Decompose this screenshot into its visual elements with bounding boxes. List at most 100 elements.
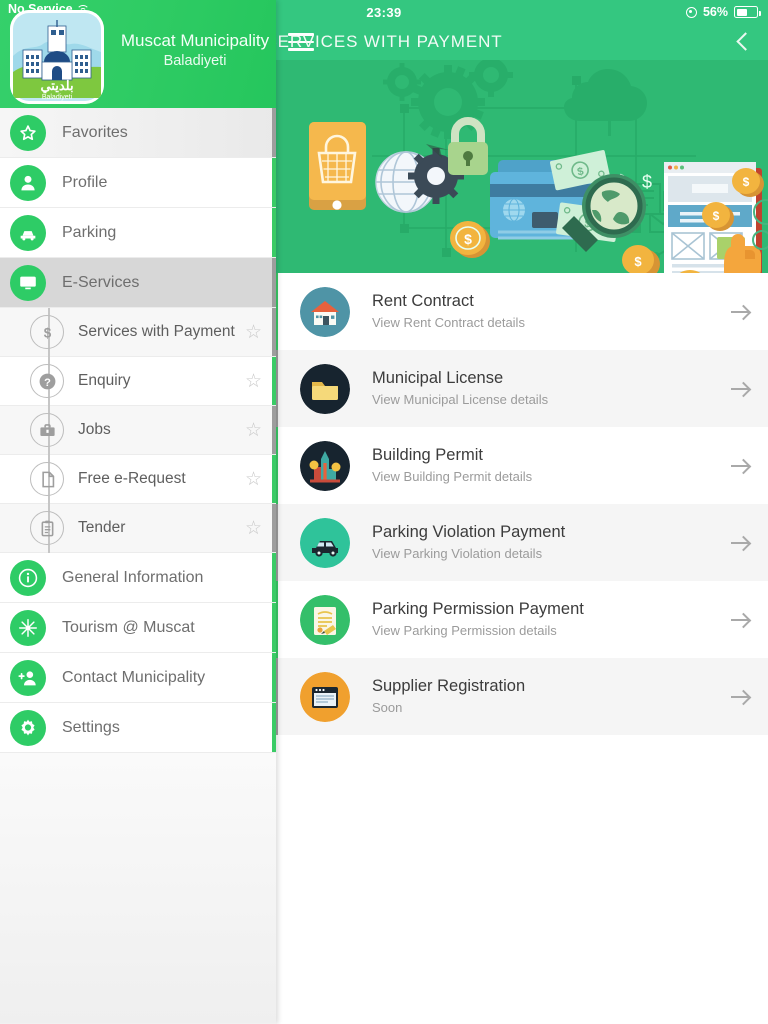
- service-row-municipal-license[interactable]: Municipal License View Municipal License…: [272, 350, 768, 427]
- car-icon: [300, 517, 350, 568]
- service-row-building-permit[interactable]: Building Permit View Building Permit det…: [272, 427, 768, 504]
- service-title: Parking Violation Payment: [372, 523, 566, 542]
- service-subtitle: View Parking Permission details: [372, 623, 557, 639]
- status-right-cluster: 56%: [685, 5, 761, 19]
- svg-text:$: $: [713, 209, 720, 223]
- logo-arabic-text: بلديتي: [40, 78, 73, 94]
- sidebar-item-general-information[interactable]: General Information: [0, 553, 276, 603]
- service-subtitle: View Building Permit details: [372, 469, 533, 485]
- row-edge: [272, 455, 276, 503]
- sidebar-item-label: Jobs: [78, 421, 111, 438]
- favorite-star-icon[interactable]: ☆: [245, 421, 262, 440]
- service-text: Municipal License View Municipal License…: [372, 367, 724, 410]
- drawer-menu: Favorites Profile Parking E-Services $ S…: [0, 108, 276, 753]
- brand-subtitle: Baladiyeti: [163, 53, 227, 70]
- service-text: Parking Permission Payment View Parking …: [372, 598, 724, 641]
- svg-text:?: ?: [44, 376, 51, 388]
- service-title: Municipal License: [372, 369, 504, 388]
- favorite-star-icon[interactable]: ☆: [245, 470, 262, 489]
- app-root: 23:39 56% SERVICES WITH PAYMENT $ $ $ $ …: [0, 0, 768, 1024]
- row-edge: [272, 504, 276, 552]
- location-arrow-icon: [685, 6, 697, 18]
- row-edge: [272, 703, 276, 752]
- sidebar-item-enquiry[interactable]: ? Enquiry ☆: [0, 357, 276, 406]
- service-row-parking-violation-payment[interactable]: Parking Violation Payment View Parking V…: [272, 504, 768, 581]
- sidebar-item-label: Favorites: [62, 123, 128, 141]
- service-row-rent-contract[interactable]: Rent Contract View Rent Contract details: [272, 273, 768, 350]
- row-edge: [272, 603, 276, 652]
- service-title: Supplier Registration: [372, 677, 526, 696]
- service-subtitle: View Parking Violation details: [372, 546, 543, 562]
- sidebar-item-services-with-payment[interactable]: $ Services with Payment ☆: [0, 308, 276, 357]
- svg-text:$: $: [634, 254, 642, 269]
- sidebar-item-favorites[interactable]: Favorites: [0, 108, 276, 158]
- service-list: Rent Contract View Rent Contract details…: [272, 273, 768, 735]
- sidebar-item-profile[interactable]: Profile: [0, 158, 276, 208]
- service-title: Parking Permission Payment: [372, 600, 584, 619]
- service-title: Rent Contract: [372, 292, 474, 311]
- dollar-icon: $: [30, 315, 64, 349]
- star-icon: [10, 114, 46, 151]
- svg-text:$: $: [642, 172, 652, 192]
- favorite-star-icon[interactable]: ☆: [245, 372, 262, 391]
- sidebar-item-parking[interactable]: Parking: [0, 208, 276, 258]
- row-edge: [272, 258, 276, 307]
- arrow-right-icon[interactable]: [724, 533, 754, 553]
- sub-menu-group: $ Services with Payment ☆ ? Enquiry ☆ Jo…: [0, 308, 276, 553]
- sidebar-item-label: General Information: [62, 568, 204, 586]
- row-edge: [272, 553, 276, 602]
- favorite-star-icon[interactable]: ☆: [245, 323, 262, 342]
- service-subtitle: Soon: [372, 700, 403, 716]
- chevron-left-icon[interactable]: [732, 32, 752, 52]
- sidebar-item-e-services[interactable]: E-Services: [0, 258, 276, 308]
- sidebar-item-jobs[interactable]: Jobs ☆: [0, 406, 276, 455]
- arrow-right-icon[interactable]: [724, 687, 754, 707]
- service-row-supplier-registration[interactable]: Supplier Registration Soon: [272, 658, 768, 735]
- sidebar-item-settings[interactable]: Settings: [0, 703, 276, 753]
- tourism-icon: [10, 609, 46, 646]
- sidebar-item-label: E-Services: [62, 273, 140, 291]
- list-empty-area: [276, 735, 768, 1024]
- sidebar-item-free-e-request[interactable]: Free e-Request ☆: [0, 455, 276, 504]
- service-text: Building Permit View Building Permit det…: [372, 444, 724, 487]
- sidebar-item-label: Settings: [62, 718, 120, 736]
- house-icon: [300, 286, 350, 337]
- sidebar-item-label: Contact Municipality: [62, 668, 206, 686]
- sidebar-item-label: Tourism @ Muscat: [62, 618, 195, 636]
- arrow-right-icon[interactable]: [724, 610, 754, 630]
- arrow-right-icon[interactable]: [724, 456, 754, 476]
- service-text: Parking Violation Payment View Parking V…: [372, 521, 724, 564]
- row-edge: [272, 406, 276, 454]
- sidebar-item-label: Services with Payment: [78, 323, 235, 340]
- service-text: Rent Contract View Rent Contract details: [372, 290, 724, 333]
- logo-caption-text: Baladiyeti: [42, 94, 73, 101]
- row-edge: [272, 158, 276, 207]
- brand-title: Muscat Municipality: [120, 31, 270, 50]
- sidebar-item-label: Tender: [78, 519, 126, 536]
- arrow-right-icon[interactable]: [724, 302, 754, 322]
- e-payment-illustration: $ $ $ $ $ $ $: [276, 60, 768, 273]
- svg-text:$: $: [743, 175, 750, 189]
- sidebar-item-label: Enquiry: [78, 372, 131, 389]
- row-edge: [272, 208, 276, 257]
- favorite-star-icon[interactable]: ☆: [245, 519, 262, 538]
- clipboard-icon: [30, 511, 64, 545]
- service-subtitle: View Rent Contract details: [372, 315, 525, 331]
- arrow-right-icon[interactable]: [724, 379, 754, 399]
- drawer-header: No Service بلديتي Baladiyeti Muscat Muni…: [0, 0, 276, 108]
- sidebar-item-tourism-muscat[interactable]: Tourism @ Muscat: [0, 603, 276, 653]
- sidebar-item-label: Parking: [62, 223, 117, 241]
- service-row-parking-permission-payment[interactable]: Parking Permission Payment View Parking …: [272, 581, 768, 658]
- info-icon: [10, 559, 46, 596]
- service-text: Supplier Registration Soon: [372, 675, 724, 718]
- brand-block: Muscat Municipality Baladiyeti: [114, 30, 276, 73]
- person-add-icon: [10, 659, 46, 696]
- browser-icon: [300, 671, 350, 722]
- svg-text:$: $: [464, 231, 472, 247]
- status-time: 23:39: [366, 4, 402, 20]
- row-edge: [272, 653, 276, 702]
- row-edge: [272, 108, 276, 157]
- city-icon: [300, 440, 350, 491]
- sidebar-item-contact-municipality[interactable]: Contact Municipality: [0, 653, 276, 703]
- sidebar-item-tender[interactable]: Tender ☆: [0, 504, 276, 553]
